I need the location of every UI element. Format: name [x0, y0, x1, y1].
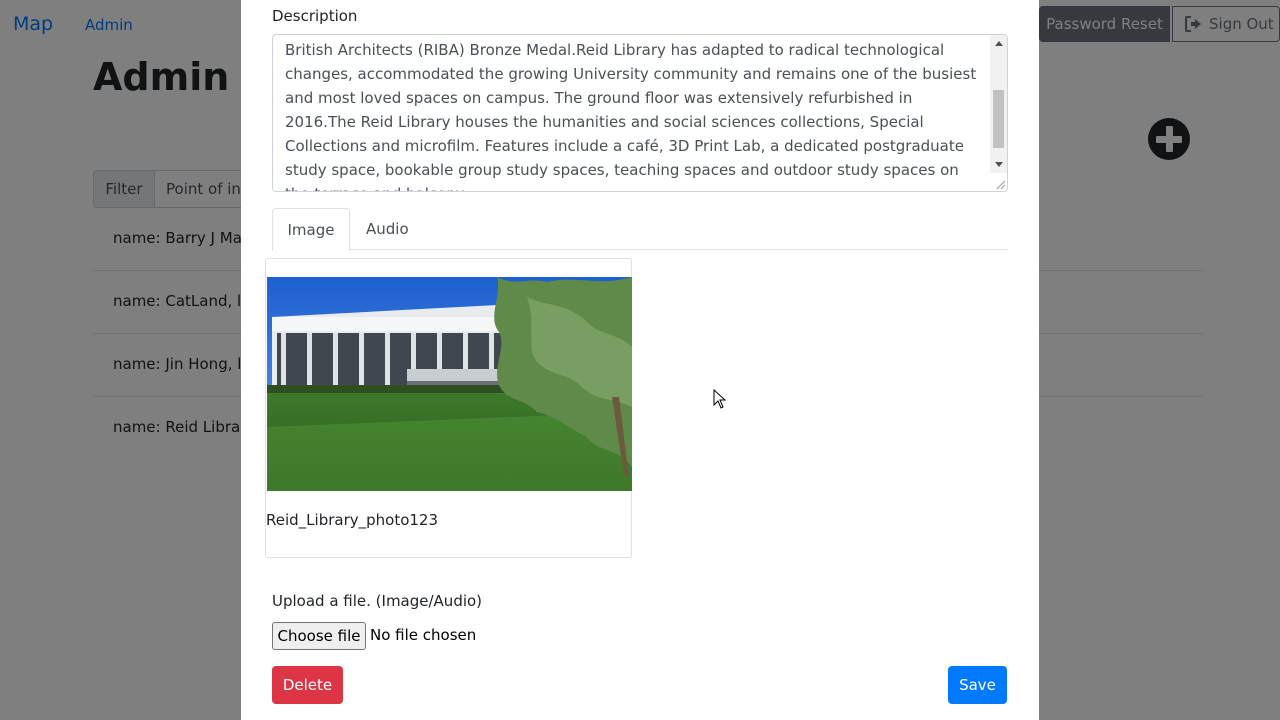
scroll-up-arrow-icon[interactable] [990, 35, 1007, 52]
description-textarea[interactable]: British Architects (RIBA) Bronze Medal.R… [272, 34, 1008, 192]
edit-modal: Description British Architects (RIBA) Br… [241, 0, 1039, 720]
tab-image[interactable]: Image [272, 208, 350, 251]
delete-button[interactable]: Delete [272, 666, 343, 704]
mouse-cursor-icon [713, 389, 727, 409]
no-file-text: No file chosen [370, 626, 477, 644]
description-text: British Architects (RIBA) Bronze Medal.R… [285, 41, 977, 191]
resize-grip-icon[interactable] [994, 178, 1006, 190]
textarea-scrollbar[interactable] [990, 35, 1007, 173]
save-button[interactable]: Save [948, 666, 1007, 704]
description-label: Description [272, 7, 358, 25]
media-caption: Reid_Library_photo123 [266, 511, 439, 529]
scroll-thumb[interactable] [993, 90, 1004, 148]
scroll-down-arrow-icon[interactable] [990, 156, 1007, 173]
media-card: Reid_Library_photo123 [265, 258, 632, 558]
media-tabs: Image Audio [272, 208, 1008, 251]
tab-audio[interactable]: Audio [366, 208, 409, 248]
library-photo [267, 277, 632, 491]
choose-file-button[interactable]: Choose file [272, 622, 366, 650]
upload-label: Upload a file. (Image/Audio) [272, 592, 483, 610]
